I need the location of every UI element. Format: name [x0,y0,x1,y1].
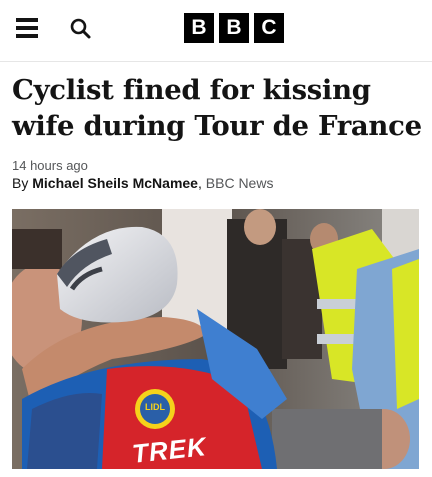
photo-illustration [12,209,419,469]
lidl-badge-text: LIDL [145,402,165,412]
byline-prefix: By [12,175,33,191]
byline-outlet: BBC News [205,175,274,191]
logo-letter-b1: B [184,13,214,43]
article-photo[interactable]: LIDL TREK [12,209,419,469]
bbc-logo[interactable]: B B C [184,13,284,43]
byline-separator: , [197,175,206,191]
search-icon[interactable] [68,16,94,42]
hamburger-menu-icon[interactable] [16,18,40,40]
logo-letter-c: C [254,13,284,43]
logo-letter-b2: B [219,13,249,43]
article-headline: Cyclist fined for kissing wife during To… [12,74,422,142]
byline-author[interactable]: Michael Sheils McNamee [32,175,198,191]
top-bar: B B C [0,0,432,62]
article-timestamp: 14 hours ago [12,158,88,173]
article-byline: By Michael Sheils McNamee, BBC News [12,175,273,191]
